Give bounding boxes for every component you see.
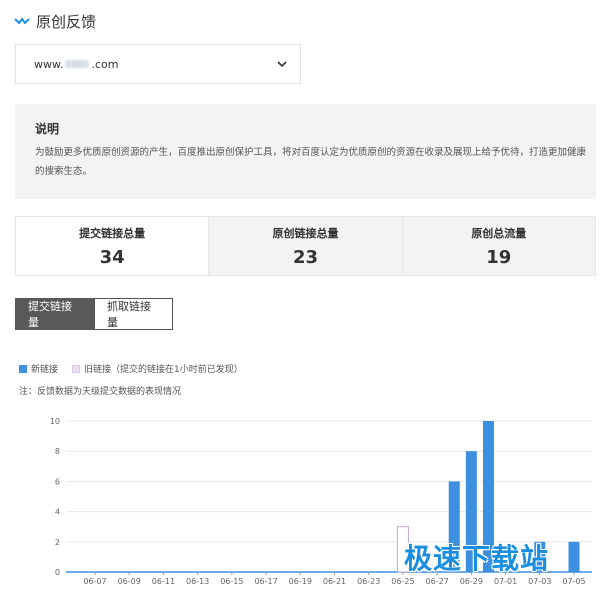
y-tick-label: 10: [50, 417, 60, 426]
y-tick-label: 0: [55, 568, 60, 577]
y-tick-label: 8: [55, 447, 60, 456]
site-prefix: www.: [34, 57, 64, 71]
chevron-down-icon: [277, 61, 287, 68]
chart-legend: 新链接 旧链接（提交的链接在1小时前已发现）: [19, 362, 257, 375]
x-tick-label: 06-23: [357, 577, 380, 586]
y-tick-label: 4: [55, 508, 60, 517]
x-tick-label: 06-15: [220, 577, 243, 586]
x-tick-label: 07-05: [562, 577, 585, 586]
page-header: 原创反馈: [14, 10, 96, 32]
description-text: 为鼓励更多优质原创资源的产生，百度推出原创保护工具，将对百度认定为优质原创的资源…: [35, 147, 587, 177]
x-tick-label: 06-17: [254, 577, 277, 586]
x-tick-label: 06-25: [391, 577, 414, 586]
redacted-domain: [65, 60, 90, 68]
chart-note: 注：反馈数据为天级提交数据的表现情况: [19, 387, 182, 397]
tab-submitted-links[interactable]: 提交链接量: [15, 298, 94, 330]
legend-new-links[interactable]: 新链接: [19, 362, 58, 375]
stat-original-traffic[interactable]: 原创总流量 19: [401, 217, 595, 275]
stat-submitted-links[interactable]: 提交链接总量 34: [16, 217, 209, 275]
site-select-dropdown[interactable]: www. .com: [15, 44, 301, 84]
stats-tabs: 提交链接总量 34 原创链接总量 23 原创总流量 19: [15, 216, 596, 276]
x-tick-label: 06-11: [152, 577, 175, 586]
x-tick-label: 06-29: [460, 577, 483, 586]
site-select-value: www. .com: [34, 58, 118, 71]
stat-value: 19: [486, 247, 512, 268]
description-panel: 说明 为鼓励更多优质原创资源的产生，百度推出原创保护工具，将对百度认定为优质原创…: [15, 104, 596, 199]
legend-label-new: 新链接: [31, 365, 59, 375]
x-tick-label: 06-07: [83, 577, 106, 586]
site-suffix: .com: [91, 57, 119, 71]
y-tick-label: 2: [55, 538, 60, 547]
wave-logo-icon: [14, 17, 30, 25]
x-tick-label: 07-03: [528, 577, 551, 586]
stat-value: 34: [99, 247, 125, 268]
bar-new-links: [568, 541, 580, 572]
legend-swatch-old: [72, 364, 81, 373]
stat-label: 原创总流量: [471, 227, 527, 240]
x-tick-label: 06-21: [323, 577, 346, 586]
watermark-logo: 极速下载站: [404, 542, 550, 575]
x-tick-label: 07-01: [494, 577, 517, 586]
y-tick-label: 6: [55, 477, 60, 486]
x-tick-label: 06-19: [289, 577, 312, 586]
page-title: 原创反馈: [36, 12, 97, 31]
legend-swatch-new: [19, 364, 27, 373]
x-tick-label: 06-09: [118, 577, 141, 586]
x-tick-label: 06-13: [186, 577, 209, 586]
chart-tabs: 提交链接量 抓取链接量: [15, 298, 173, 330]
legend-old-links[interactable]: 旧链接（提交的链接在1小时前已发现）: [72, 362, 243, 375]
stat-label: 提交链接总量: [79, 227, 146, 240]
description-heading: 说明: [35, 122, 60, 136]
stat-value: 23: [292, 247, 319, 268]
stat-label: 原创链接总量: [272, 227, 339, 240]
tab-crawled-links[interactable]: 抓取链接量: [94, 298, 173, 330]
legend-label-old: 旧链接（提交的链接在1小时前已发现）: [84, 365, 243, 375]
stat-original-links[interactable]: 原创链接总量 23: [208, 217, 401, 275]
x-tick-label: 06-27: [426, 577, 449, 586]
